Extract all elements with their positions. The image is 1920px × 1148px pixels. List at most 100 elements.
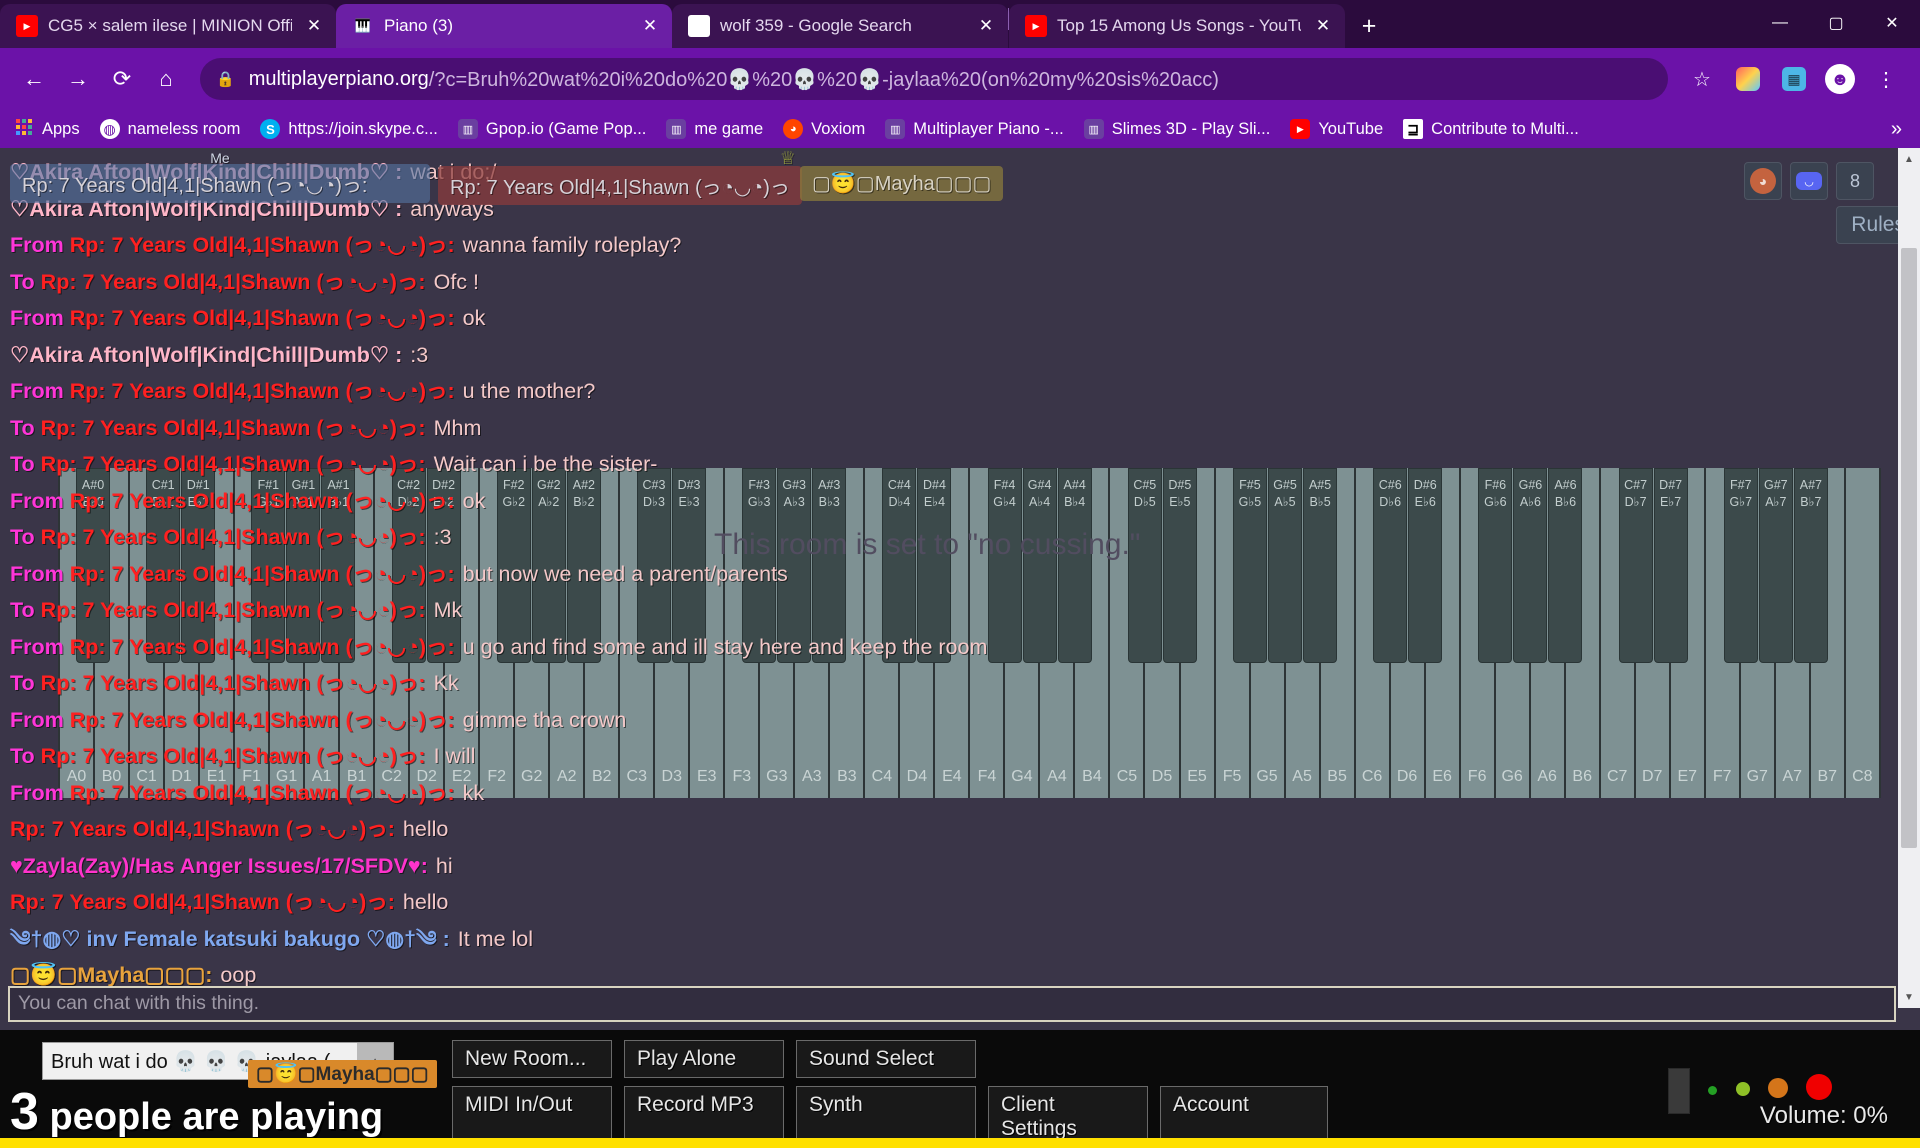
piano-black-key-A#3[interactable]: A#3 B♭3 — [812, 468, 847, 663]
piano-black-key-F#2[interactable]: F#2 G♭2 — [496, 468, 531, 663]
volume-control[interactable]: Volume: 0% — [1668, 1048, 1888, 1134]
piano-key-label-flat: G♭4 — [993, 495, 1016, 509]
reddit-button[interactable]: ◕ — [1744, 162, 1782, 200]
new-tab-button[interactable]: + — [1351, 8, 1387, 44]
reload-icon[interactable]: ⟳ — [102, 59, 142, 99]
scroll-up-icon[interactable]: ▲ — [1898, 148, 1920, 170]
piano-black-key-D#1[interactable]: D#1 E♭1 — [181, 468, 216, 663]
bookmark-slimes-3d[interactable]: ▥ Slimes 3D - Play Sli... — [1083, 119, 1270, 139]
piano-black-key-A#5[interactable]: A#5 B♭5 — [1303, 468, 1338, 663]
piano-black-key-G#1[interactable]: G#1 A♭1 — [286, 468, 321, 663]
piano-black-key-D#2[interactable]: D#2 E♭2 — [426, 468, 461, 663]
piano-black-key-G#2[interactable]: G#2 A♭2 — [531, 468, 566, 663]
piano-black-key-D#3[interactable]: D#3 E♭3 — [672, 468, 707, 663]
piano-black-key-G#4[interactable]: G#4 A♭4 — [1022, 468, 1057, 663]
maximize-button[interactable]: ▢ — [1808, 0, 1864, 46]
bookmark-apps[interactable]: Apps — [14, 119, 80, 139]
browser-tab-2[interactable]: G wolf 359 - Google Search ✕ — [672, 4, 1008, 48]
volume-dot-4[interactable] — [1806, 1074, 1832, 1100]
nametag-shawn[interactable]: ♕ Rp: 7 Years Old|4,1|Shawn (っ◔◡◔)っ — [438, 148, 802, 205]
scroll-down-icon[interactable]: ▼ — [1898, 986, 1920, 1008]
piano-key-label-sharp: G#6 — [1518, 478, 1543, 492]
play-alone-button[interactable]: Play Alone — [624, 1040, 784, 1078]
tab-title: CG5 × salem ilese | MINION Offic — [48, 16, 292, 35]
sound-select-button[interactable]: Sound Select — [796, 1040, 976, 1078]
scrollbar-thumb[interactable] — [1901, 248, 1917, 848]
piano-black-key-C#4[interactable]: C#4 D♭4 — [882, 468, 917, 663]
bookmark-label: Gpop.io (Game Pop... — [485, 119, 647, 138]
browser-tab-1[interactable]: 🎹 Piano (3) ✕ — [336, 4, 672, 48]
volume-dot-1[interactable] — [1708, 1086, 1717, 1095]
piano-black-key-F#3[interactable]: F#3 G♭3 — [742, 468, 777, 663]
piano-black-key-G#6[interactable]: G#6 A♭6 — [1513, 468, 1548, 663]
volume-slider-handle[interactable] — [1668, 1068, 1690, 1114]
piano-black-key-G#3[interactable]: G#3 A♭3 — [777, 468, 812, 663]
forward-icon[interactable]: → — [58, 59, 98, 99]
piano-black-key-C#2[interactable]: C#2 D♭2 — [391, 468, 426, 663]
extension-icon[interactable] — [1728, 59, 1768, 99]
piano-black-key-A#1[interactable]: A#1 B♭1 — [321, 468, 356, 663]
minimize-button[interactable]: — — [1752, 0, 1808, 46]
black-keys-layer[interactable]: A#0 B♭0 C#1 D♭1 D#1 E♭1 F#1 G♭1 G#1 A♭1 A#1 B♭1 C#2 D… — [58, 468, 1881, 798]
nametag-mayha[interactable]: ▢😇▢Mayha▢▢▢ — [800, 166, 1004, 201]
piano-black-key-D#5[interactable]: D#5 E♭5 — [1162, 468, 1197, 663]
bookmarks-overflow-icon[interactable]: » — [1891, 118, 1906, 141]
close-icon[interactable]: ✕ — [302, 14, 326, 38]
piano-black-key-F#6[interactable]: F#6 G♭6 — [1478, 468, 1513, 663]
piano-black-key-A#7[interactable]: A#7 B♭7 — [1793, 468, 1828, 663]
bookmark-nameless-room[interactable]: ◍ nameless room — [99, 119, 240, 139]
info-button[interactable]: 8 — [1836, 162, 1874, 200]
browser-tab-0[interactable]: CG5 × salem ilese | MINION Offic ✕ — [0, 4, 336, 48]
bookmark-me-game[interactable]: ▥ me game — [666, 119, 763, 139]
address-bar[interactable]: 🔒 multiplayerpiano.org /?c=Bruh%20wat%20… — [200, 58, 1668, 100]
piano-black-key-A#4[interactable]: A#4 B♭4 — [1057, 468, 1092, 663]
bookmark-skype[interactable]: S https://join.skype.c... — [260, 119, 438, 139]
browser-tab-3[interactable]: Top 15 Among Us Songs - YouTu ✕ — [1009, 4, 1345, 48]
bookmark-contribute[interactable]: ⊒ Contribute to Multi... — [1403, 119, 1579, 139]
discord-button[interactable]: ◡ — [1790, 162, 1828, 200]
piano-black-key-F#5[interactable]: F#5 G♭5 — [1232, 468, 1267, 663]
bookmark-multiplayer-piano[interactable]: ▥ Multiplayer Piano -... — [885, 119, 1064, 139]
piano-key-label-flat: G♭2 — [502, 495, 526, 509]
piano-black-key-C#5[interactable]: C#5 D♭5 — [1127, 468, 1162, 663]
close-icon[interactable]: ✕ — [638, 14, 662, 38]
nametag-name: Rp: 7 Years Old|4,1|Shawn (っ◔◡◔)っ: — [22, 175, 368, 197]
close-icon[interactable]: ✕ — [974, 14, 998, 38]
volume-dot-3[interactable] — [1768, 1078, 1788, 1098]
piano-keyboard[interactable]: A0 B0 C1 D1 E1 F1 G1 A1 B1 C2 D2 E2 F2 G2 A2 B2 C3 D3 E3 F3… — [58, 468, 1881, 798]
menu-icon[interactable]: ⋮ — [1866, 59, 1906, 99]
room-notice: This room is set to "no cussing." — [714, 528, 1141, 561]
volume-dot-2[interactable] — [1736, 1082, 1750, 1096]
close-window-button[interactable]: ✕ — [1864, 0, 1920, 46]
piano-black-key-G#7[interactable]: G#7 A♭7 — [1758, 468, 1793, 663]
bookmark-youtube[interactable]: ▶ YouTube — [1290, 119, 1383, 139]
close-icon[interactable]: ✕ — [1311, 14, 1335, 38]
piano-black-key-C#1[interactable]: C#1 D♭1 — [146, 468, 181, 663]
piano-black-key-C#7[interactable]: C#7 D♭7 — [1618, 468, 1653, 663]
piano-black-key-D#6[interactable]: D#6 E♭6 — [1408, 468, 1443, 663]
piano-black-key-C#6[interactable]: C#6 D♭6 — [1373, 468, 1408, 663]
piano-key-label-flat: B♭5 — [1309, 495, 1331, 509]
piano-black-key-D#4[interactable]: D#4 E♭4 — [917, 468, 952, 663]
bookmark-voxiom[interactable]: ◕ Voxiom — [783, 119, 865, 139]
piano-black-key-F#4[interactable]: F#4 G♭4 — [987, 468, 1022, 663]
piano-black-key-F#7[interactable]: F#7 G♭7 — [1723, 468, 1758, 663]
bookmark-star-icon[interactable]: ☆ — [1682, 59, 1722, 99]
piano-black-key-D#7[interactable]: D#7 E♭7 — [1653, 468, 1688, 663]
chat-input[interactable]: You can chat with this thing. — [8, 986, 1896, 1022]
piano-black-key-A#0[interactable]: A#0 B♭0 — [76, 468, 111, 663]
piano-black-key-A#2[interactable]: A#2 B♭2 — [566, 468, 601, 663]
page-scrollbar[interactable]: ▲ ▼ — [1898, 148, 1920, 1008]
bookmark-gpop[interactable]: ▥ Gpop.io (Game Pop... — [457, 119, 647, 139]
chat-line: ༄†◍♡ inv Female katsuki bakugo ♡◍†༄ : It … — [10, 921, 1866, 958]
extension2-icon[interactable]: ▦ — [1774, 59, 1814, 99]
piano-black-key-A#6[interactable]: A#6 B♭6 — [1548, 468, 1583, 663]
piano-black-key-G#5[interactable]: G#5 A♭5 — [1268, 468, 1303, 663]
nametag-me[interactable]: Me Rp: 7 Years Old|4,1|Shawn (っ◔◡◔)っ: — [10, 150, 430, 203]
piano-black-key-C#3[interactable]: C#3 D♭3 — [636, 468, 671, 663]
back-icon[interactable]: ← — [14, 59, 54, 99]
piano-black-key-F#1[interactable]: F#1 G♭1 — [251, 468, 286, 663]
home-icon[interactable]: ⌂ — [146, 59, 186, 99]
profile-avatar[interactable]: ☻ — [1820, 59, 1860, 99]
new-room-button[interactable]: New Room... — [452, 1040, 612, 1078]
